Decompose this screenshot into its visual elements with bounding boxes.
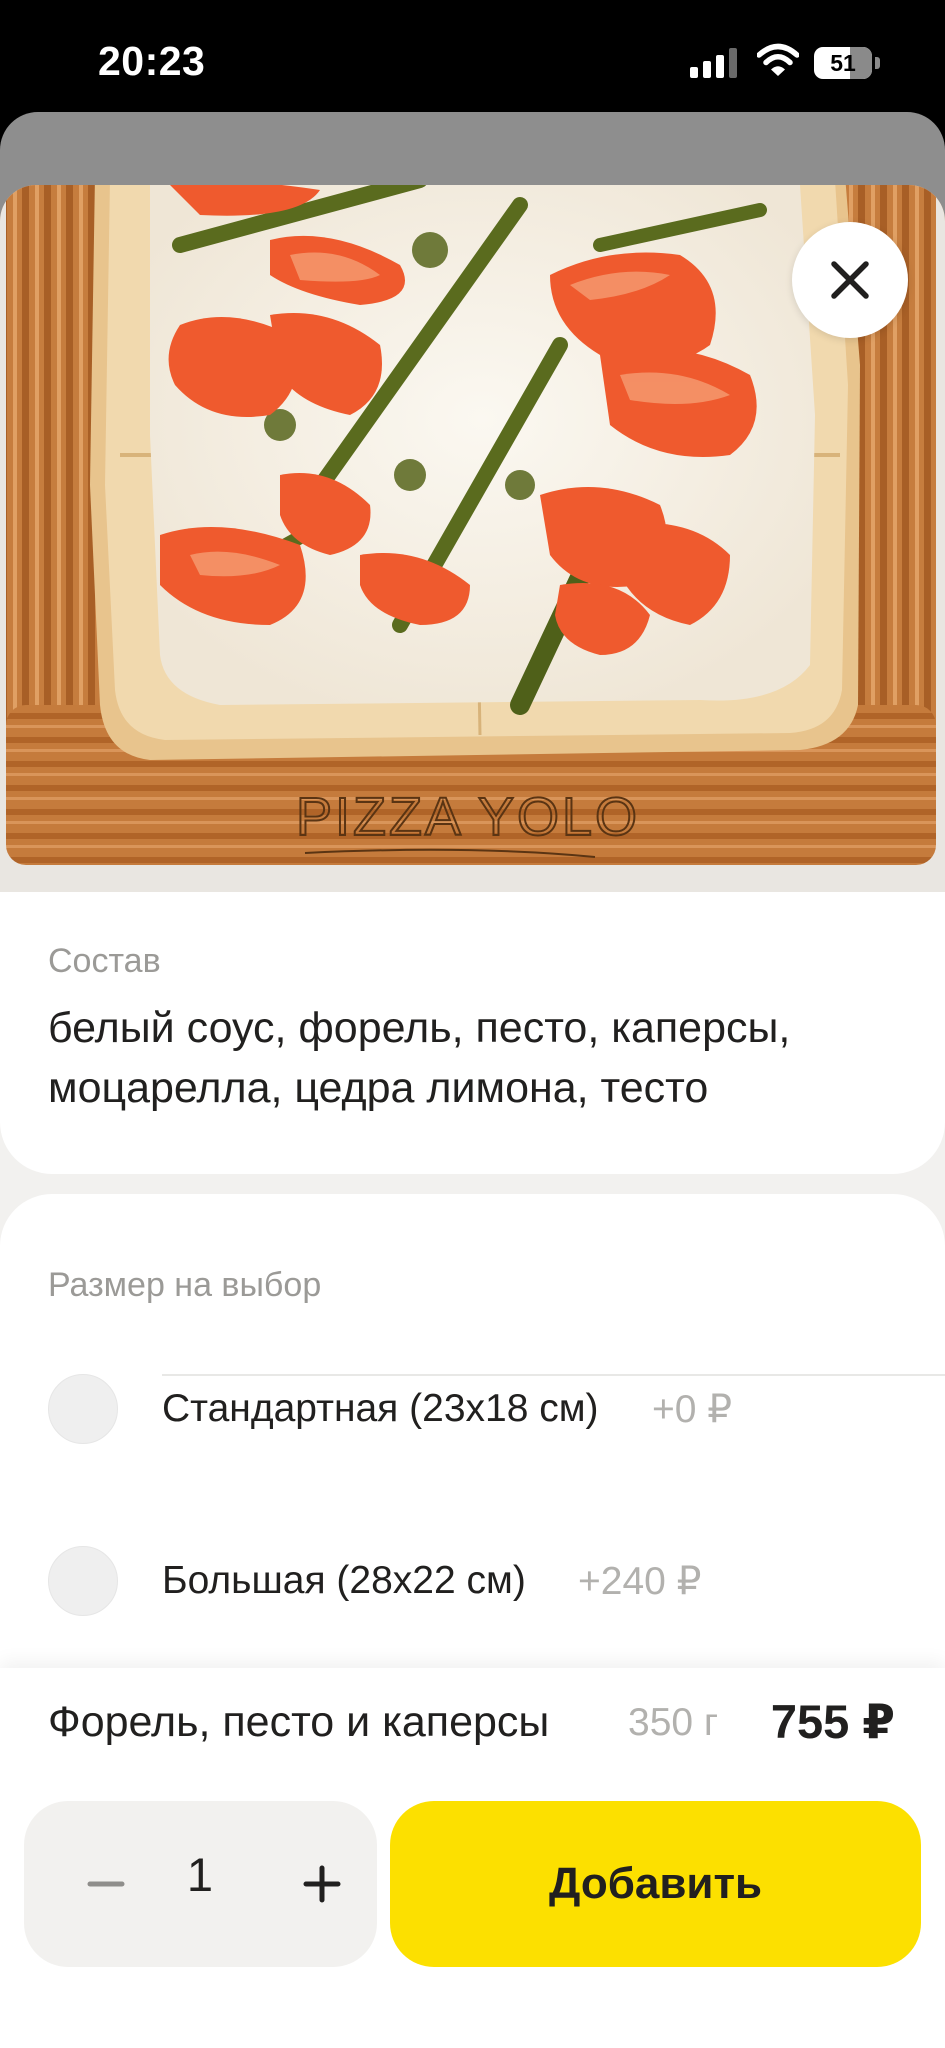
close-icon [831, 261, 869, 299]
board-engraving: PIZZA YOLO [296, 787, 640, 847]
radio-standard[interactable] [48, 1374, 118, 1444]
cellular-signal-icon [690, 48, 738, 78]
product-price: 755 ₽ [770, 1695, 895, 1748]
order-panel: Форель, песто и каперсы 350 г 755 ₽ 1 До… [0, 1668, 945, 2048]
product-weight: 350 г [628, 1701, 719, 1744]
composition-text: белый соус, форель, песто, каперсы, моца… [48, 1004, 791, 1112]
minus-icon [87, 1881, 125, 1887]
increase-button[interactable] [282, 1844, 362, 1924]
plus-icon [303, 1865, 341, 1903]
battery-tip [875, 57, 880, 69]
composition-card: Состав белый соус, форель, песто, каперс… [0, 892, 945, 1174]
add-to-cart-button[interactable]: Добавить [390, 1801, 921, 1967]
wifi-icon [756, 42, 800, 78]
size-option-price: +240 ₽ [578, 1560, 702, 1603]
composition-label: Состав [48, 942, 161, 980]
radio-large[interactable] [48, 1546, 118, 1616]
battery-level: 51 [830, 50, 856, 76]
size-option-price: +0 ₽ [652, 1388, 733, 1431]
status-time: 20:23 [98, 38, 206, 84]
close-button[interactable] [792, 222, 908, 338]
size-option-standard[interactable]: Стандартная (23х18 см) +0 ₽ [0, 1354, 945, 1464]
quantity-stepper: 1 [24, 1801, 377, 1967]
product-name: Форель, песто и каперсы [48, 1698, 550, 1746]
status-bar: 20:23 51 [0, 0, 945, 118]
size-option-label: Стандартная (23х18 см) [162, 1387, 599, 1430]
divider [162, 1374, 945, 1376]
decrease-button[interactable] [66, 1844, 146, 1924]
battery-icon: 51 [814, 47, 872, 79]
quantity-value: 1 [186, 1848, 214, 1901]
size-label: Размер на выбор [48, 1266, 322, 1304]
size-option-label: Большая (28х22 см) [162, 1559, 526, 1602]
size-option-large[interactable]: Большая (28х22 см) +240 ₽ [0, 1526, 945, 1636]
